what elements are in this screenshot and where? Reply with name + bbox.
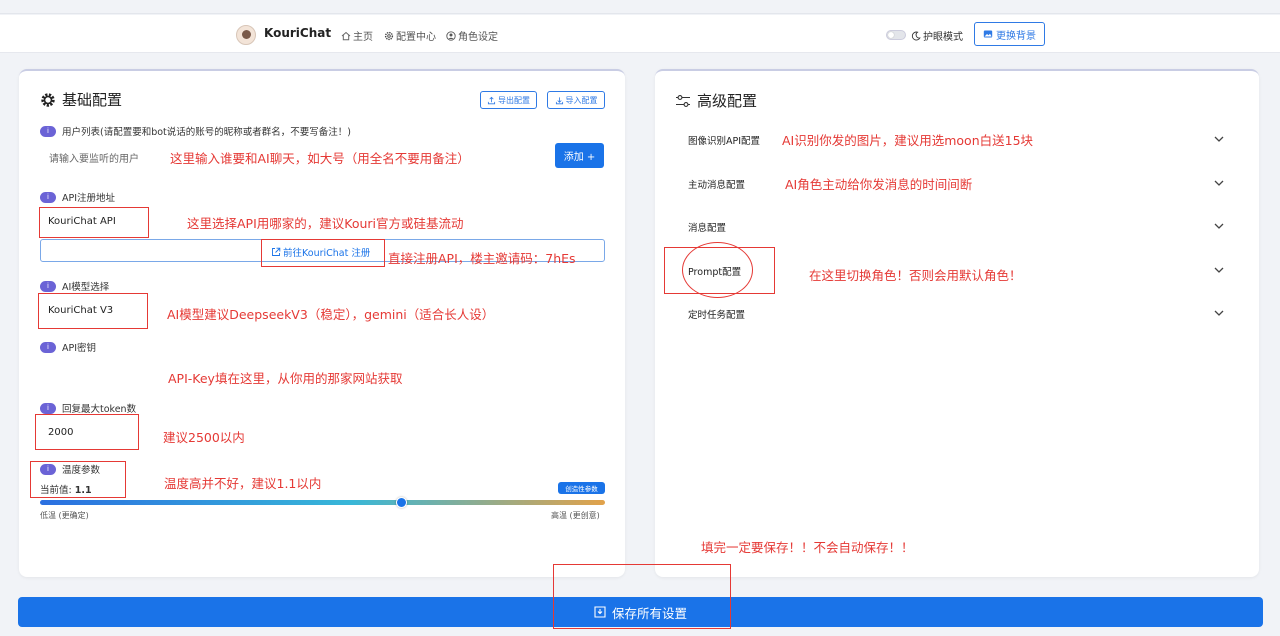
- model-label: i AI模型选择: [40, 279, 109, 293]
- advanced-config-title-text: 高级配置: [697, 92, 758, 110]
- api-key-label: i API密钥: [40, 340, 96, 354]
- temp-high-label: 高温 (更创意): [551, 511, 600, 520]
- advanced-config-title: 高级配置: [675, 90, 757, 111]
- navbar: [0, 15, 1280, 53]
- user-list-label-text: 用户列表(请配置要和bot说话的账号的昵称或者群名，不要写备注！): [62, 127, 351, 138]
- temp-slider-track[interactable]: [40, 500, 605, 505]
- export-config-label: 导出配置: [498, 95, 530, 105]
- nav-role-label: 角色设定: [458, 32, 498, 43]
- nav-config-label: 配置中心: [396, 32, 436, 43]
- token-label: i 回复最大token数: [40, 401, 136, 415]
- chevron-down-icon[interactable]: [1213, 177, 1225, 189]
- chevron-down-icon[interactable]: [1213, 307, 1225, 319]
- info-icon: i: [40, 280, 56, 292]
- api-url-select[interactable]: KouriChat API: [48, 216, 116, 227]
- info-icon: i: [40, 191, 56, 203]
- brand-logo[interactable]: [236, 25, 256, 45]
- annotation-prompt: 在这里切换角色！否则会用默认角色！: [809, 268, 1022, 283]
- import-config-button[interactable]: 导入配置: [547, 91, 605, 109]
- annotation-api-url: 这里选择API用哪家的，建议Kouri官方或硅基流动: [187, 216, 464, 231]
- change-background-button[interactable]: 更换背景: [974, 22, 1045, 46]
- user-circle-icon: [446, 30, 456, 41]
- basic-config-title: 基础配置: [40, 89, 122, 110]
- external-link-icon: [272, 247, 281, 256]
- api-url-label: i API注册地址: [40, 190, 115, 204]
- image-icon: [983, 30, 993, 38]
- change-background-label: 更换背景: [996, 30, 1036, 42]
- accordion-active-msg[interactable]: 主动消息配置: [688, 177, 745, 191]
- annotation-active-msg: AI角色主动给你发消息的时间间断: [785, 177, 973, 192]
- brand-name[interactable]: KouriChat: [264, 26, 331, 40]
- info-icon: i: [40, 341, 56, 353]
- creativity-badge: 创造性参数: [558, 482, 605, 494]
- temp-label: i 温度参数: [40, 462, 100, 476]
- nav-config-center[interactable]: 配置中心: [384, 28, 436, 43]
- export-config-button[interactable]: 导出配置: [480, 91, 537, 109]
- api-key-label-text: API密钥: [62, 343, 97, 354]
- upload-icon: [487, 96, 496, 104]
- home-icon: [341, 31, 351, 40]
- annotation-key: API-Key填在这里，从你用的那家网站获取: [168, 371, 403, 386]
- temp-low-label: 低温 (更确定): [40, 511, 89, 520]
- moon-icon: [911, 31, 921, 40]
- nav-home[interactable]: 主页: [341, 28, 373, 43]
- api-key-input[interactable]: [40, 360, 160, 384]
- token-input[interactable]: 2000: [48, 427, 73, 438]
- nav-home-label: 主页: [353, 32, 373, 43]
- basic-config-title-text: 基础配置: [62, 91, 123, 109]
- annotation-model: AI模型建议DeepseekV3（稳定），gemini（适合长人设）: [167, 307, 495, 322]
- register-link[interactable]: 前往KouriChat 注册: [271, 245, 370, 259]
- top-strip: [0, 0, 1280, 14]
- accordion-scheduled-task[interactable]: 定时任务配置: [688, 307, 745, 321]
- accordion-message[interactable]: 消息配置: [688, 220, 726, 234]
- temp-label-text: 温度参数: [62, 465, 101, 476]
- gear-icon: [384, 31, 394, 40]
- annotation-register: 直接注册API，楼主邀请码：7hEs: [388, 251, 576, 266]
- import-config-label: 导入配置: [565, 95, 598, 105]
- user-list-label: i 用户列表(请配置要和bot说话的账号的昵称或者群名，不要写备注！): [40, 124, 351, 138]
- accordion-prompt[interactable]: Prompt配置: [688, 264, 741, 278]
- token-label-text: 回复最大token数: [62, 404, 137, 415]
- model-label-text: AI模型选择: [62, 282, 110, 293]
- api-url-label-text: API注册地址: [62, 193, 116, 204]
- temp-current-prefix: 当前值:: [40, 485, 72, 496]
- user-input[interactable]: 请输入要监听的用户: [49, 150, 139, 165]
- save-highlight: [553, 564, 731, 629]
- info-icon: i: [40, 402, 56, 414]
- chevron-down-icon[interactable]: [1213, 264, 1225, 276]
- annotation-token: 建议2500以内: [163, 430, 245, 445]
- download-icon: [555, 96, 563, 104]
- register-link-text: 前往KouriChat 注册: [283, 248, 371, 259]
- annotation-image-api: AI识别你发的图片，建议用选moon白送15块: [782, 133, 1034, 148]
- gear-icon: [41, 92, 55, 107]
- chevron-down-icon[interactable]: [1213, 133, 1225, 145]
- chevron-down-icon[interactable]: [1213, 220, 1225, 232]
- model-select[interactable]: KouriChat V3: [48, 305, 113, 316]
- temp-current: 当前值: 1.1: [40, 482, 92, 496]
- sliders-icon: [676, 94, 690, 107]
- info-icon: i: [40, 463, 56, 475]
- temp-current-value: 1.1: [74, 485, 92, 496]
- add-user-button[interactable]: 添加 +: [555, 143, 604, 168]
- eye-mode-toggle[interactable]: [886, 30, 906, 40]
- annotation-user-list: 这里输入谁要和AI聊天，如大号（用全名不要用备注）: [170, 151, 470, 166]
- nav-role[interactable]: 角色设定: [446, 28, 498, 43]
- info-icon: i: [40, 125, 56, 137]
- annotation-save: 填完一定要保存！！不会自动保存！！: [701, 540, 914, 555]
- accordion-image-api[interactable]: 图像识别API配置: [688, 133, 760, 147]
- annotation-temp: 温度高并不好，建议1.1以内: [164, 476, 322, 491]
- eye-mode-label: 护眼模式: [923, 32, 963, 43]
- eye-mode: 护眼模式: [911, 28, 963, 43]
